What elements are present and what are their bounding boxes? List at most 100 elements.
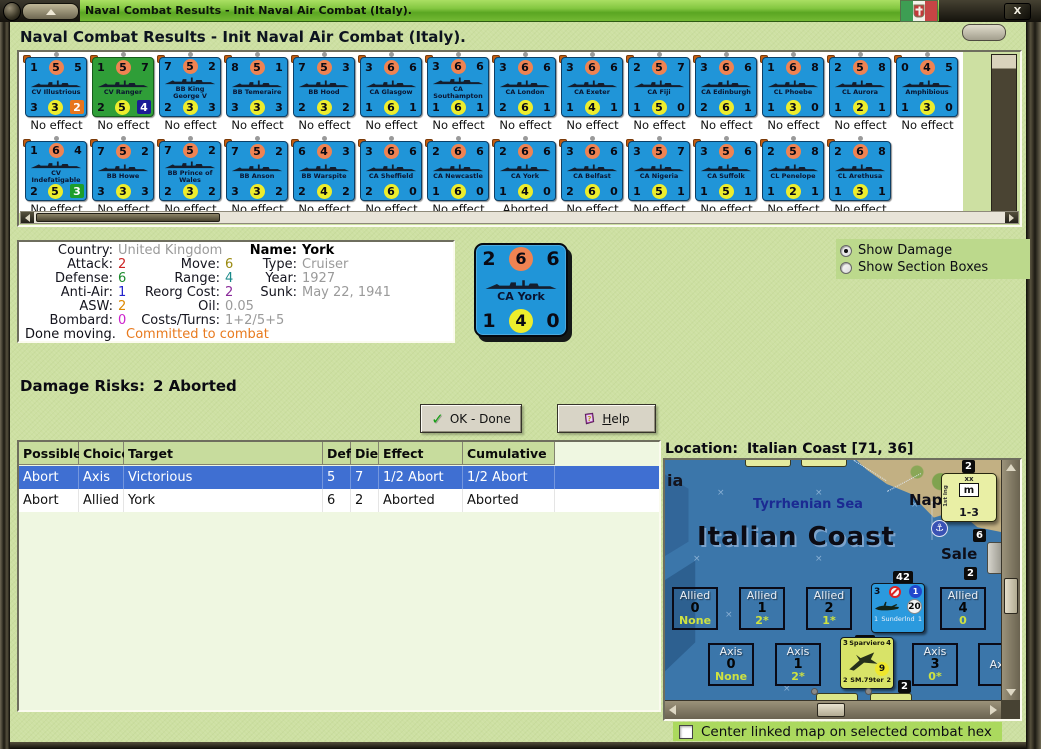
ship-name: CA Belfast — [573, 172, 611, 180]
radio-option-show-section-boxes[interactable]: Show Section Boxes — [840, 259, 1026, 276]
scroll-right-button[interactable] — [1005, 212, 1018, 223]
scroll-left-button[interactable] — [669, 705, 676, 715]
ship-counter[interactable]: 3 5 7 CA Nigeria 1 5 1 — [628, 141, 690, 201]
allied-section-box[interactable]: Allied 0 None — [672, 587, 718, 630]
scrollbar-thumb[interactable] — [1004, 578, 1018, 614]
land-unit-counter[interactable]: xx m 1st Ing 1-3 — [941, 473, 997, 522]
axis-air-counter[interactable]: 3 Sparviero 4 9 2 SM.79ter 2 — [840, 637, 894, 689]
ship-counter[interactable]: 8 5 1 BB Temeraire 3 3 3 — [226, 57, 288, 117]
ship-counter[interactable]: 2 5 7 CA Fiji 1 5 0 — [628, 57, 690, 117]
ship-counter[interactable]: 1 5 7 CV Ranger 2 5 4 — [92, 57, 154, 117]
map-view[interactable]: ×××××××× ia Tyrrhenian Sea Napl Italian … — [665, 460, 1001, 700]
axis-section-box[interactable]: Axis — [978, 643, 1001, 686]
help-button[interactable]: ? Help — [557, 404, 656, 433]
stack-badge: 2 — [962, 460, 975, 473]
table-cell: 1/2 Abort — [463, 466, 555, 489]
ship-counter[interactable]: 1 6 8 CL Phoebe 1 3 0 — [762, 57, 824, 117]
ship-counter-cell: 3 6 6 CA Belfast 2 6 0 No effect — [559, 136, 626, 213]
ship-counter[interactable]: 2 6 8 CL Arethusa 1 3 1 — [829, 141, 891, 201]
section-note: 0 — [959, 614, 967, 627]
table-row[interactable]: Abort Axis Victorious 5 7 1/2 Abort 1/2 Abort — [19, 466, 659, 489]
ship-counter[interactable]: 7 5 3 BB Hood 2 3 2 — [293, 57, 355, 117]
ship-counter[interactable]: 2 5 8 CL Aurora 1 2 1 — [829, 57, 891, 117]
ship-counter[interactable]: 1 6 4 CV Indefatigable 2 5 3 — [25, 141, 87, 201]
map-horizontal-scrollbar[interactable] — [665, 700, 1001, 719]
ship-counter[interactable]: 1 5 5 CV Illustrious 3 3 2 — [25, 57, 87, 117]
scroll-right-button[interactable] — [990, 705, 997, 715]
ship-counter-cell: 3 5 6 CA Suffolk 1 5 1 No effect — [693, 136, 760, 213]
ship-counter[interactable]: 3 6 6 CA Glasgow 1 6 1 — [360, 57, 422, 117]
table-row[interactable]: Abort Allied York 6 2 Aborted Aborted — [19, 489, 659, 512]
info-label: Reorg Cost: — [144, 285, 220, 300]
ship-counter[interactable]: 2 6 6 CA York 1 4 0 — [494, 141, 556, 201]
table-cell: 6 — [323, 489, 351, 512]
ship-counter[interactable]: 0 4 5 Amphibious 1 3 0 — [896, 57, 958, 117]
range-circle: 6 — [584, 183, 600, 199]
ship-counter[interactable]: 3 6 6 CA London 2 6 1 — [494, 57, 556, 117]
allied-air-counter[interactable]: 3 1 20 1 Sunderlnd 1 — [871, 583, 925, 633]
units-vertical-scrollbar[interactable] — [991, 54, 1017, 213]
window-title: Naval Combat Results - Init Naval Air Co… — [85, 4, 412, 17]
ship-counter[interactable]: 7 5 2 BB Anson 3 3 2 — [226, 141, 288, 201]
move-circle: 5 — [316, 59, 332, 75]
ship-counter[interactable]: 3 6 6 CA Exeter 1 4 1 — [561, 57, 623, 117]
ship-counter[interactable]: 3 6 6 CA Southampton 1 6 1 — [427, 57, 489, 117]
column-header[interactable]: Def — [323, 442, 351, 465]
scroll-left-button[interactable] — [21, 212, 34, 223]
ship-counter[interactable]: 3 6 6 CA Belfast 2 6 0 — [561, 141, 623, 201]
info-label: Attack: — [67, 257, 113, 272]
window-shade-button[interactable] — [22, 3, 79, 20]
range-circle: 3 — [182, 99, 198, 115]
radio-icon[interactable] — [840, 261, 852, 274]
center-map-checkbox[interactable] — [679, 724, 693, 739]
defense-value: 6 — [546, 248, 560, 270]
range-circle: 3 — [47, 99, 63, 115]
ship-counter[interactable]: 6 4 3 BB Warspite 2 4 2 — [293, 141, 355, 201]
ship-name: CA Exeter — [574, 88, 610, 96]
scroll-up-button[interactable] — [1002, 464, 1020, 471]
ship-counter[interactable]: 2 5 8 CL Penelope 1 2 1 — [762, 141, 824, 201]
axis-section-box[interactable]: Axis 3 0* — [912, 643, 958, 686]
move-circle: 6 — [450, 143, 466, 159]
column-header[interactable]: Target — [124, 442, 323, 465]
move-circle: 6 — [383, 59, 399, 75]
units-horizontal-scrollbar[interactable] — [20, 211, 1019, 224]
scrollbar-thumb[interactable] — [817, 703, 845, 717]
axis-section-box[interactable]: Axis 0 None — [708, 643, 754, 686]
allied-section-box[interactable]: Allied 4 0 — [940, 587, 986, 630]
ship-counter[interactable]: 3 5 6 CA Suffolk 1 5 1 — [695, 141, 757, 201]
scroll-down-button[interactable] — [1002, 689, 1020, 696]
scrollbar-track[interactable] — [34, 212, 1005, 223]
column-header[interactable]: Choice — [79, 442, 130, 465]
column-header[interactable]: Die — [351, 442, 379, 465]
ship-name: CA Edinburgh — [701, 88, 751, 96]
ship-counter[interactable]: 7 5 2 BB King George V233 — [159, 57, 221, 117]
axis-section-box[interactable]: Axis 1 2* — [775, 643, 821, 686]
allied-section-box[interactable]: Allied 1 2* — [739, 587, 785, 630]
ok-done-label: OK - Done — [449, 411, 511, 426]
ship-counter[interactable]: 7 5 2 BB Howe 3 3 3 — [92, 141, 154, 201]
allied-section-box[interactable]: Allied 2 1* — [806, 587, 852, 630]
radio-icon[interactable] — [840, 244, 852, 257]
move-circle: 5 — [249, 59, 265, 75]
ship-counter[interactable]: 3 6 6 CA Edinburgh 2 6 1 — [695, 57, 757, 117]
map-panel: ×××××××× ia Tyrrhenian Sea Napl Italian … — [663, 458, 1022, 721]
port-badge: 6 — [973, 529, 986, 542]
scrollbar-thumb[interactable] — [36, 213, 220, 222]
info-line: Attack: 2 Move: 6 Type: Cruiser — [25, 258, 449, 272]
column-header[interactable]: Cumulative — [463, 442, 555, 465]
column-header[interactable]: Effect — [379, 442, 463, 465]
selected-unit-counter[interactable]: 2 6 6 CA York 1 4 0 — [474, 243, 568, 337]
location-label: Location: — [665, 441, 738, 457]
ship-counter[interactable]: 2 6 6 CA Newcastle 1 6 0 — [427, 141, 489, 201]
title-bar[interactable]: Naval Combat Results - Init Naval Air Co… — [0, 0, 1041, 22]
column-header[interactable]: Possible — [19, 442, 82, 465]
ship-counter[interactable]: 7 5 2 BB Prince of Wales 2 3 2 — [159, 141, 221, 201]
info-label: Anti-Air: — [60, 285, 113, 300]
radio-option-show-damage[interactable]: Show Damage — [840, 242, 1026, 259]
ok-done-button[interactable]: ✓ OK - Done — [420, 404, 522, 433]
ship-counter[interactable]: 3 6 6 CA Sheffield 2 6 0 — [360, 141, 422, 201]
map-vertical-scrollbar[interactable] — [1001, 460, 1020, 700]
close-button[interactable]: X — [1004, 3, 1031, 20]
window-menu-icon[interactable] — [3, 2, 21, 21]
